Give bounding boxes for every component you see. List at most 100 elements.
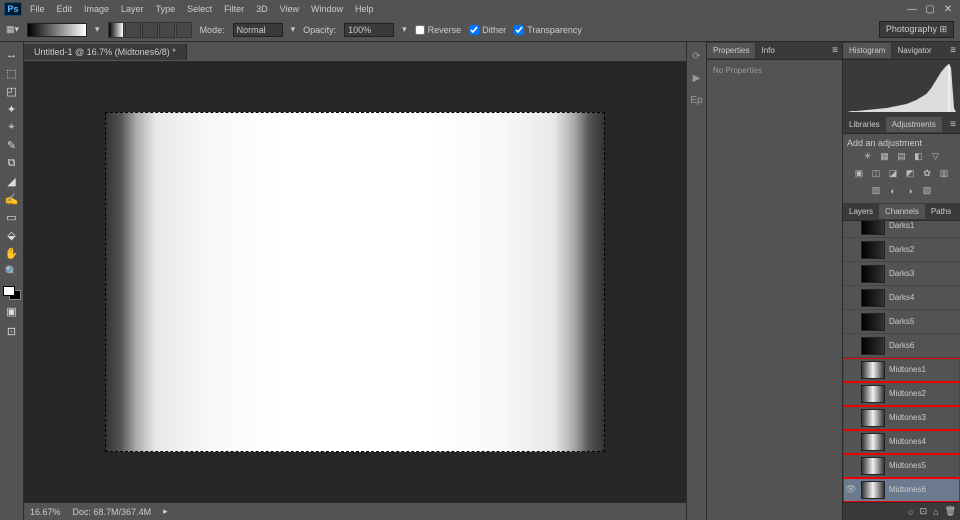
canvas[interactable] (105, 112, 605, 452)
screenmode-icon[interactable]: ⊡ (2, 322, 22, 340)
zoom-level[interactable]: 16.67% (30, 507, 61, 517)
channel-darks5[interactable]: Darks5 (843, 310, 960, 334)
channel-darks1[interactable]: Darks1 (843, 221, 960, 238)
panel-menu-icon[interactable]: ≡ (946, 45, 960, 56)
tool-9[interactable]: ▭ (2, 208, 22, 226)
menu-filter[interactable]: Filter (218, 2, 250, 16)
foreground-color[interactable] (3, 286, 15, 296)
gradient-preview[interactable] (27, 23, 87, 37)
menu-image[interactable]: Image (78, 2, 115, 16)
extension-icon[interactable]: Ep (689, 92, 705, 108)
channel-midtones6[interactable]: 👁Midtones6 (843, 478, 960, 502)
dropdown-icon[interactable]: ▾ (291, 24, 296, 35)
gradient-reflected-button[interactable] (159, 22, 175, 38)
menu-help[interactable]: Help (349, 2, 380, 16)
tool-8[interactable]: ✍ (2, 190, 22, 208)
tab-layers[interactable]: Layers (843, 204, 879, 219)
gradient-linear-button[interactable] (108, 22, 124, 38)
tab-info[interactable]: Info (755, 43, 780, 58)
channel-darks3[interactable]: Darks3 (843, 262, 960, 286)
maximize-icon[interactable]: ▢ (922, 3, 938, 15)
color-swatch[interactable] (3, 286, 21, 300)
channel-midtones4[interactable]: Midtones4 (843, 430, 960, 454)
tab-histogram[interactable]: Histogram (843, 43, 891, 58)
document-tab[interactable]: Untitled-1 @ 16.7% (Midtones6/8) * (24, 44, 187, 60)
dither-checkbox[interactable]: Dither (469, 25, 506, 35)
adjustment-button[interactable]: ◐ (887, 185, 900, 196)
tool-3[interactable]: ✦ (2, 100, 22, 118)
tool-0[interactable]: ↔ (2, 46, 22, 64)
channel-darks2[interactable]: Darks2 (843, 238, 960, 262)
tool-6[interactable]: ⧉ (2, 154, 22, 172)
adjustment-button[interactable]: ▧ (921, 185, 934, 196)
gradient-tool-icon[interactable]: ▦▾ (6, 24, 19, 35)
visibility-icon[interactable]: 👁 (845, 484, 857, 495)
adjustment-button[interactable]: ▥ (938, 168, 951, 179)
channel-midtones5[interactable]: Midtones5 (843, 454, 960, 478)
adjustment-button[interactable]: ◩ (904, 168, 917, 179)
dropdown-icon[interactable]: ▾ (402, 24, 407, 35)
channel-midtones3[interactable]: Midtones3 (843, 406, 960, 430)
adjustment-button[interactable]: ▤ (895, 151, 908, 162)
menu-window[interactable]: Window (305, 2, 349, 16)
status-arrow-icon[interactable]: ▸ (163, 506, 168, 517)
gradient-angle-button[interactable] (142, 22, 158, 38)
menu-file[interactable]: File (24, 2, 51, 16)
actions-icon[interactable]: ▶ (689, 70, 705, 86)
adjustment-button[interactable]: ▽ (929, 151, 942, 162)
tool-7[interactable]: ◢ (2, 172, 22, 190)
channel-midtones2[interactable]: Midtones2 (843, 382, 960, 406)
canvas-viewport[interactable] (24, 62, 686, 502)
tool-10[interactable]: ⬙ (2, 226, 22, 244)
reverse-checkbox[interactable]: Reverse (415, 25, 462, 35)
history-icon[interactable]: ⟳ (689, 48, 705, 64)
menu-3d[interactable]: 3D (250, 2, 274, 16)
mode-select[interactable]: Normal (233, 23, 283, 37)
menu-type[interactable]: Type (150, 2, 182, 16)
gradient-diamond-button[interactable] (176, 22, 192, 38)
tab-libraries[interactable]: Libraries (843, 117, 886, 132)
tab-adjustments[interactable]: Adjustments (886, 117, 942, 132)
menu-view[interactable]: View (274, 2, 305, 16)
adjustment-button[interactable]: ◑ (904, 185, 917, 196)
adjustment-button[interactable]: ▨ (870, 185, 883, 196)
adjustment-button[interactable]: ✿ (921, 168, 934, 179)
channels-list[interactable]: 👁RGBCtrl+2RedCtrl+3GreenCtrl+4BlueCtrl+5… (843, 221, 960, 502)
adjustment-button[interactable]: ◫ (870, 168, 883, 179)
doc-size[interactable]: Doc: 68.7M/367.4M (73, 507, 152, 517)
menu-edit[interactable]: Edit (51, 2, 79, 16)
adjustment-button[interactable]: ▦ (878, 151, 891, 162)
workspace-select[interactable]: Photography ⊞ (879, 21, 954, 38)
dropdown-icon[interactable]: ▾ (95, 24, 100, 35)
close-icon[interactable]: ✕ (940, 3, 956, 15)
tab-properties[interactable]: Properties (707, 43, 755, 58)
channel-darks4[interactable]: Darks4 (843, 286, 960, 310)
new-channel-icon[interactable]: ⌂ (933, 507, 938, 517)
load-selection-icon[interactable]: ○ (908, 507, 913, 517)
transparency-checkbox[interactable]: Transparency (514, 25, 582, 35)
tool-12[interactable]: 🔍 (2, 262, 22, 280)
channel-midtones1[interactable]: Midtones1 (843, 358, 960, 382)
tab-paths[interactable]: Paths (925, 204, 957, 219)
adjustment-button[interactable]: ◪ (887, 168, 900, 179)
quickmask-icon[interactable]: ▣ (2, 302, 22, 320)
tool-1[interactable]: ⬚ (2, 64, 22, 82)
minimize-icon[interactable]: — (904, 3, 920, 15)
delete-channel-icon[interactable]: 🗑 (945, 506, 956, 517)
tool-2[interactable]: ◰ (2, 82, 22, 100)
opacity-input[interactable]: 100% (344, 23, 394, 37)
channel-darks6[interactable]: Darks6 (843, 334, 960, 358)
tool-11[interactable]: ✋ (2, 244, 22, 262)
panel-menu-icon[interactable]: ≡ (828, 45, 842, 56)
tab-channels[interactable]: Channels (879, 204, 925, 219)
tool-5[interactable]: ✎ (2, 136, 22, 154)
menu-select[interactable]: Select (181, 2, 218, 16)
panel-menu-icon[interactable]: ≡ (946, 119, 960, 130)
tool-4[interactable]: ⌖ (2, 118, 22, 136)
adjustment-button[interactable]: ☀ (861, 151, 874, 162)
gradient-radial-button[interactable] (125, 22, 141, 38)
adjustment-button[interactable]: ▣ (853, 168, 866, 179)
tab-navigator[interactable]: Navigator (891, 43, 937, 58)
adjustment-button[interactable]: ◧ (912, 151, 925, 162)
save-selection-icon[interactable]: ⊡ (920, 506, 928, 517)
